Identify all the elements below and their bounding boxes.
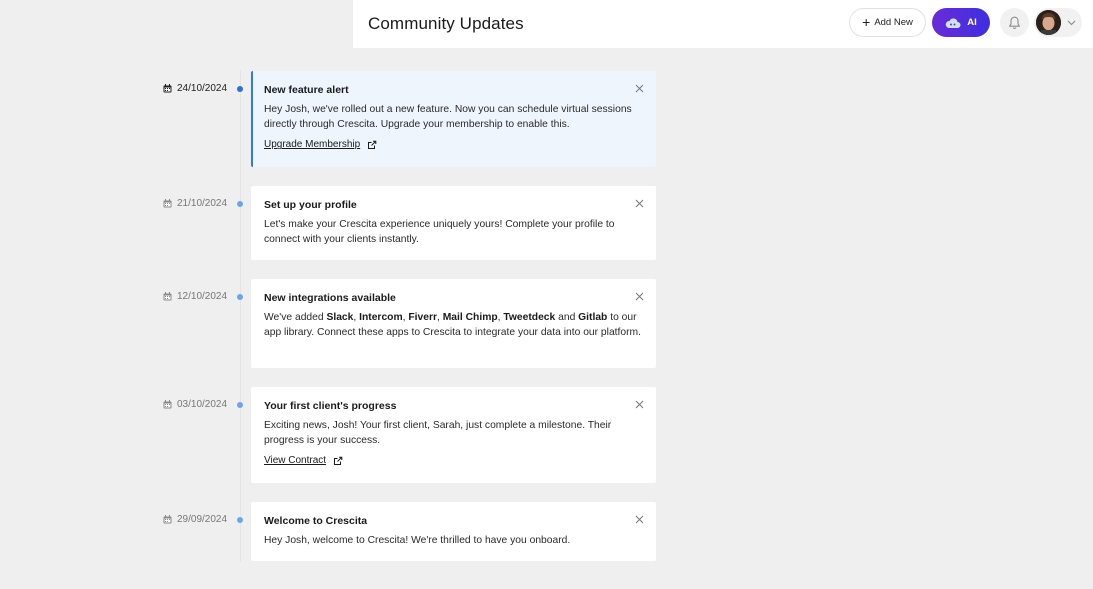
timeline-dot — [237, 86, 243, 92]
calendar-icon — [163, 400, 172, 409]
separator: and — [555, 312, 579, 323]
app-name: Gitlab — [578, 312, 608, 323]
add-new-label: Add New — [874, 17, 913, 28]
close-icon[interactable] — [635, 84, 644, 93]
close-icon[interactable] — [635, 400, 644, 409]
top-header: Community Updates + Add New AI — [353, 0, 1093, 48]
external-link-icon — [334, 456, 343, 465]
timeline-dot — [237, 201, 243, 207]
add-new-button[interactable]: + Add New — [849, 8, 926, 37]
update-body: Hey Josh, welcome to Crescita! We're thr… — [264, 535, 571, 546]
chevron-down-icon — [1067, 20, 1076, 25]
update-body: Exciting news, Josh! Your first client, … — [264, 420, 612, 447]
bell-icon — [1009, 16, 1020, 29]
app-name: Tweetdeck — [503, 312, 556, 323]
calendar-icon — [163, 292, 172, 301]
close-icon[interactable] — [635, 199, 644, 208]
update-title: Your first client's progress — [264, 400, 397, 412]
notifications-button[interactable] — [1000, 8, 1029, 37]
app-name: Mail Chimp — [442, 312, 498, 323]
update-title: New feature alert — [264, 84, 349, 96]
update-date-text: 24/10/2024 — [177, 83, 228, 94]
update-title: Welcome to Crescita — [264, 515, 368, 527]
avatar — [1036, 10, 1061, 35]
update-date-text: 12/10/2024 — [177, 291, 228, 302]
calendar-icon — [163, 515, 172, 524]
upgrade-membership-link[interactable]: Upgrade Membership — [264, 139, 377, 150]
close-icon[interactable] — [635, 515, 644, 524]
ai-button[interactable]: AI — [932, 8, 990, 37]
timeline-dot — [237, 402, 243, 408]
app-name: Slack — [326, 312, 354, 323]
app-name: Fiverr — [408, 312, 437, 323]
calendar-icon — [163, 199, 172, 208]
timeline-line — [240, 70, 241, 562]
update-card: Welcome to Crescita Hey Josh, welcome to… — [251, 502, 656, 561]
update-card: New integrations available We've added S… — [251, 279, 656, 368]
update-date: 12/10/2024 — [163, 291, 227, 302]
plus-icon: + — [862, 14, 871, 30]
update-card: Your first client's progress Exciting ne… — [251, 387, 656, 483]
view-contract-link[interactable]: View Contract — [264, 455, 343, 466]
link-label: View Contract — [264, 455, 327, 467]
update-body: Hey Josh, we've rolled out a new feature… — [264, 104, 632, 131]
update-card: New feature alert Hey Josh, we've rolled… — [251, 71, 656, 167]
update-body: Let's make your Crescita experience uniq… — [264, 219, 615, 246]
calendar-icon — [163, 84, 172, 93]
link-label: Upgrade Membership — [264, 139, 361, 151]
ai-cloud-icon — [945, 17, 961, 28]
update-date-text: 29/09/2024 — [177, 514, 228, 525]
ai-label: AI — [967, 17, 977, 28]
update-title: New integrations available — [264, 292, 396, 304]
update-date: 29/09/2024 — [163, 514, 227, 525]
body-text: We've added — [264, 312, 327, 323]
external-link-icon — [368, 140, 377, 149]
update-date: 24/10/2024 — [163, 83, 227, 94]
update-body: We've added Slack, Intercom, Fiverr, Mai… — [264, 310, 643, 340]
header-actions: + Add New AI — [849, 8, 1082, 37]
timeline-dot — [237, 517, 243, 523]
update-date-text: 21/10/2024 — [177, 198, 228, 209]
page-title: Community Updates — [368, 14, 524, 33]
update-title: Set up your profile — [264, 199, 357, 211]
update-date: 03/10/2024 — [163, 399, 227, 410]
update-date: 21/10/2024 — [163, 198, 227, 209]
app-name: Intercom — [359, 312, 403, 323]
timeline-dot — [237, 294, 243, 300]
update-date-text: 03/10/2024 — [177, 399, 228, 410]
update-card: Set up your profile Let's make your Cres… — [251, 186, 656, 260]
close-icon[interactable] — [635, 292, 644, 301]
profile-menu[interactable] — [1034, 8, 1082, 37]
